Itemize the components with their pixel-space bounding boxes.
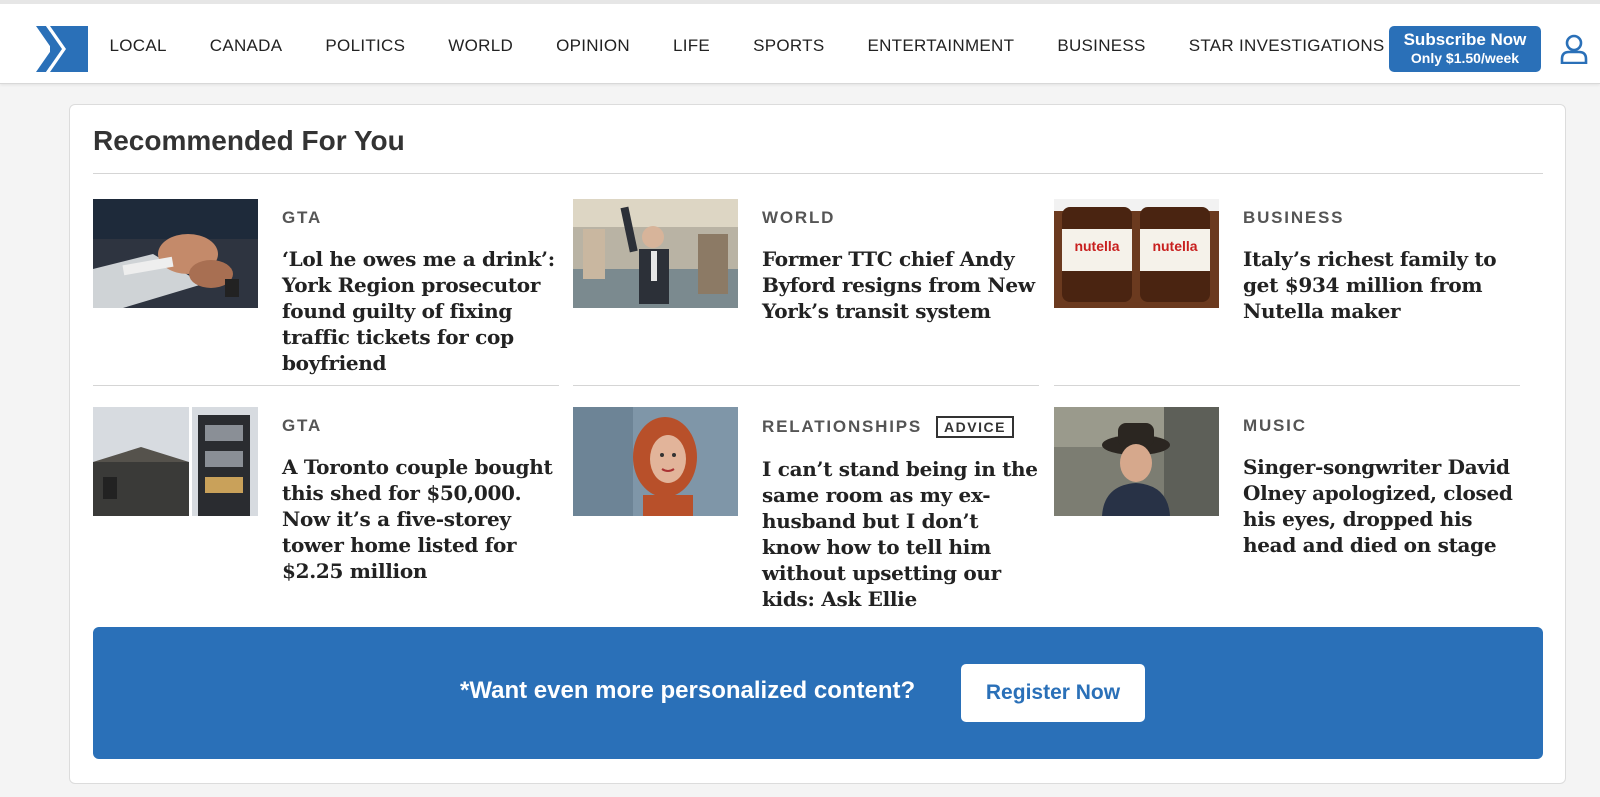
nav-entertainment[interactable]: ENTERTAINMENT (846, 36, 1036, 56)
story-category[interactable]: WORLD (762, 208, 1042, 228)
nutella-jars-image: nutella nutella (1054, 199, 1219, 308)
divider (93, 173, 1543, 174)
story-headline[interactable]: ‘Lol he owes me a drink’: York Region pr… (282, 246, 562, 376)
nav-politics[interactable]: POLITICS (304, 36, 427, 56)
story-headline[interactable]: A Toronto couple bought this shed for $5… (282, 454, 562, 584)
story-category[interactable]: MUSIC (1243, 416, 1523, 436)
shed-and-tower-image (93, 407, 258, 516)
nav-life[interactable]: LIFE (651, 36, 731, 56)
man-in-hat-portrait-image (1054, 407, 1219, 516)
story-category-label: RELATIONSHIPS (762, 417, 923, 436)
story-image[interactable] (93, 407, 258, 516)
story-headline[interactable]: I can’t stand being in the same room as … (762, 456, 1042, 612)
toronto-star-logo[interactable] (36, 26, 88, 72)
subscribe-button[interactable]: Subscribe Now Only $1.50/week (1389, 26, 1541, 72)
section-title: Recommended For You (93, 125, 405, 156)
story-category[interactable]: BUSINESS (1243, 208, 1523, 228)
divider (1054, 385, 1520, 386)
nutella-label: nutella (1074, 238, 1119, 254)
story-image[interactable] (573, 407, 738, 516)
recommended-card: Recommended For You GTA ‘Lol he owes me … (69, 104, 1566, 784)
hands-writing-ticket-image (93, 199, 258, 308)
register-now-button[interactable]: Register Now (961, 664, 1145, 722)
main-nav: LOCAL CANADA POLITICS WORLD OPINION LIFE… (88, 4, 1406, 88)
nav-star-investigations[interactable]: STAR INVESTIGATIONS (1167, 36, 1406, 56)
nav-business[interactable]: BUSINESS (1036, 36, 1167, 56)
divider (573, 385, 1039, 386)
story-headline[interactable]: Italy’s richest family to get $934 milli… (1243, 246, 1523, 324)
user-icon[interactable] (1560, 34, 1588, 64)
nutella-label: nutella (1152, 238, 1197, 254)
story-headline[interactable]: Former TTC chief Andy Byford resigns fro… (762, 246, 1042, 324)
register-banner: *Want even more personalized content? Re… (93, 627, 1543, 759)
story-image[interactable] (573, 199, 738, 308)
story-category[interactable]: GTA (282, 416, 562, 436)
red-haired-woman-portrait-image (573, 407, 738, 516)
divider (93, 385, 559, 386)
nav-opinion[interactable]: OPINION (535, 36, 652, 56)
story-image[interactable]: nutella nutella (1054, 199, 1219, 308)
story-image[interactable] (93, 199, 258, 308)
nav-world[interactable]: WORLD (427, 36, 535, 56)
nav-canada[interactable]: CANADA (188, 36, 304, 56)
man-on-subway-image (573, 199, 738, 308)
story-category[interactable]: RELATIONSHIPS ADVICE (762, 416, 1042, 438)
story-category[interactable]: GTA (282, 208, 562, 228)
story-headline[interactable]: Singer-songwriter David Olney apologized… (1243, 454, 1523, 558)
nav-sports[interactable]: SPORTS (732, 36, 846, 56)
nav-local[interactable]: LOCAL (88, 36, 188, 56)
top-nav-bar: LOCAL CANADA POLITICS WORLD OPINION LIFE… (0, 0, 1600, 84)
subscribe-price: Only $1.50/week (1410, 50, 1520, 66)
story-image[interactable] (1054, 407, 1219, 516)
register-prompt: *Want even more personalized content? (460, 677, 916, 704)
subscribe-label: Subscribe Now (1403, 30, 1527, 49)
advice-badge: ADVICE (936, 416, 1014, 438)
